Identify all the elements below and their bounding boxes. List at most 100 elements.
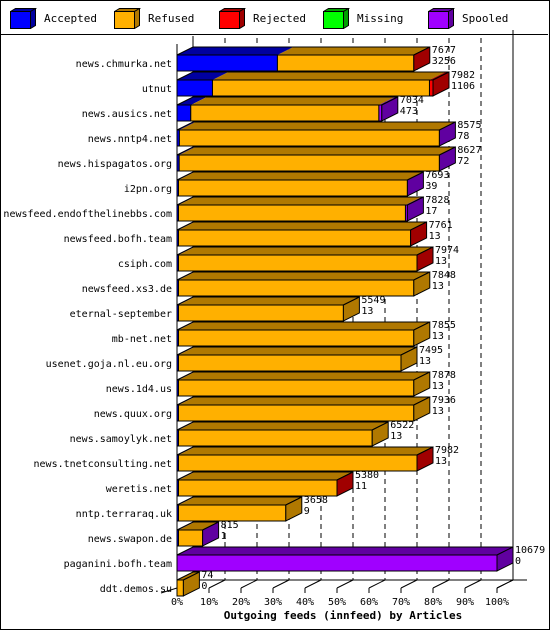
bar-total-label: 6522 bbox=[390, 420, 414, 431]
bar-segment-refused bbox=[178, 479, 338, 497]
bar-segment-refused bbox=[211, 79, 430, 97]
bar-accepted-label: 13 bbox=[390, 431, 402, 442]
bar-chart: 0% 10% 20% 30% 40% 50% 60% 70% 80% 90% 100% Outgoin… bbox=[3, 30, 545, 622]
bar-segment-refused bbox=[276, 54, 415, 72]
category-label: news.chmurka.net bbox=[76, 59, 172, 70]
category-label: weretis.net bbox=[106, 484, 172, 495]
bar-top-refused bbox=[212, 72, 446, 80]
bar-top-refused bbox=[178, 447, 433, 455]
bar-accepted-label: 13 bbox=[432, 281, 444, 292]
category-label: news.1d4.us bbox=[106, 384, 172, 395]
bar-total-label: 7936 bbox=[432, 395, 456, 406]
floor-tick-line bbox=[464, 579, 482, 589]
bar-total-label: 5380 bbox=[355, 470, 379, 481]
floor-tick-line bbox=[496, 579, 514, 589]
x-tick-label: 50% bbox=[328, 597, 346, 608]
bar-segment-refused bbox=[178, 229, 412, 247]
bar-total-label: 7761 bbox=[429, 220, 453, 231]
bar-accepted-label: 13 bbox=[435, 256, 447, 267]
category-label: news.tnetconsulting.net bbox=[34, 459, 172, 470]
bar-total-label: 7495 bbox=[419, 345, 443, 356]
bar-top-refused bbox=[277, 47, 430, 55]
bar-segment-refused bbox=[178, 454, 418, 472]
bar-total-label: 74 bbox=[201, 570, 213, 581]
bar-segment-refused bbox=[178, 429, 373, 447]
floor-tick-line bbox=[368, 579, 386, 589]
bar-total-label: 7034 bbox=[400, 95, 424, 106]
bar-total-label: 3658 bbox=[304, 495, 328, 506]
bar-accepted-label: 17 bbox=[425, 206, 437, 217]
bar-top-spooled bbox=[177, 547, 513, 555]
bar-segment-rejected bbox=[428, 79, 434, 97]
x-tick-label: 90% bbox=[456, 597, 474, 608]
bar-segment-accepted bbox=[176, 104, 192, 122]
bar-total-label: 7848 bbox=[432, 270, 456, 281]
bar-accepted-label: 13 bbox=[432, 406, 444, 417]
floor-tick-line bbox=[400, 579, 418, 589]
bar-total-label: 815 bbox=[221, 520, 239, 531]
bar-segment-refused bbox=[178, 529, 204, 547]
x-axis-label: Outgoing feeds (innfeed) by Articles bbox=[224, 609, 462, 622]
x-tick-label: 0% bbox=[171, 597, 183, 608]
bar-accepted-label: 0 bbox=[201, 581, 207, 592]
floor-tick-line bbox=[336, 579, 354, 589]
bar-segment-accepted bbox=[176, 54, 278, 72]
bar-accepted-label: 72 bbox=[457, 156, 469, 167]
bar-accepted-label: 13 bbox=[429, 231, 441, 242]
bar-total-label: 7855 bbox=[432, 320, 456, 331]
bar-top-refused bbox=[178, 297, 360, 305]
bar-segment-refused bbox=[178, 204, 406, 222]
x-tick-label: 100% bbox=[485, 597, 509, 608]
bar-accepted-label: 78 bbox=[457, 131, 469, 142]
bar-accepted-label: 3256 bbox=[432, 56, 456, 67]
bar-segment-refused bbox=[178, 179, 408, 197]
category-label: nntp.terraraq.uk bbox=[76, 509, 172, 520]
bar-total-label: 7693 bbox=[425, 170, 449, 181]
category-label: ddt.demos.su bbox=[100, 584, 172, 595]
bar-top-refused bbox=[178, 197, 422, 205]
bar-total-label: 7982 bbox=[435, 445, 459, 456]
x-tick-label: 40% bbox=[296, 597, 314, 608]
bar-accepted-label: 13 bbox=[435, 456, 447, 467]
floor-tick-line bbox=[272, 579, 290, 589]
bar-accepted-label: 473 bbox=[400, 106, 418, 117]
floor-tick-line bbox=[240, 579, 258, 589]
bar-segment-refused bbox=[178, 329, 415, 347]
bar-segment-refused bbox=[178, 404, 415, 422]
bar-total-label: 7828 bbox=[425, 195, 449, 206]
category-label: newsfeed.bofh.team bbox=[64, 234, 172, 245]
bar-accepted-label: 1106 bbox=[451, 81, 475, 92]
x-tick-label: 80% bbox=[424, 597, 442, 608]
bar-top-refused bbox=[178, 347, 417, 355]
bar-accepted-label: 13 bbox=[432, 331, 444, 342]
bar-top-refused bbox=[179, 147, 456, 155]
bar-top-refused bbox=[178, 472, 353, 480]
category-label: newsfeed.xs3.de bbox=[82, 284, 172, 295]
bar-top-refused bbox=[178, 247, 433, 255]
category-label: news.quux.org bbox=[94, 409, 172, 420]
category-label: eternal-september bbox=[70, 309, 172, 320]
floor-tick-line bbox=[304, 579, 322, 589]
category-label: news.samoylyk.net bbox=[70, 434, 172, 445]
bar-accepted-label: 13 bbox=[361, 306, 373, 317]
bar-total-label: 5549 bbox=[361, 295, 385, 306]
bar-segment-refused bbox=[178, 279, 415, 297]
bar-segment-refused bbox=[178, 354, 402, 372]
category-label: paganini.bofh.team bbox=[64, 559, 172, 570]
category-label: mb-net.net bbox=[112, 334, 172, 345]
bar-segment-spooled bbox=[176, 554, 498, 572]
bar-total-label: 8575 bbox=[457, 120, 481, 131]
bar-top-refused bbox=[178, 272, 430, 280]
category-label: news.nntp4.net bbox=[88, 134, 172, 145]
bar-total-label: 7878 bbox=[432, 370, 456, 381]
x-tick-label: 10% bbox=[200, 597, 218, 608]
bar-segment-refused bbox=[190, 104, 380, 122]
category-label: news.hispagatos.org bbox=[58, 159, 172, 170]
bar-segment-refused bbox=[178, 504, 287, 522]
x-tick-label: 20% bbox=[232, 597, 250, 608]
floor-tick-line bbox=[208, 579, 226, 589]
category-label: usenet.goja.nl.eu.org bbox=[46, 359, 172, 370]
bar-segment-refused bbox=[178, 129, 440, 147]
bar-accepted-label: 1 bbox=[221, 531, 227, 542]
category-label: news.swapon.de bbox=[88, 534, 172, 545]
